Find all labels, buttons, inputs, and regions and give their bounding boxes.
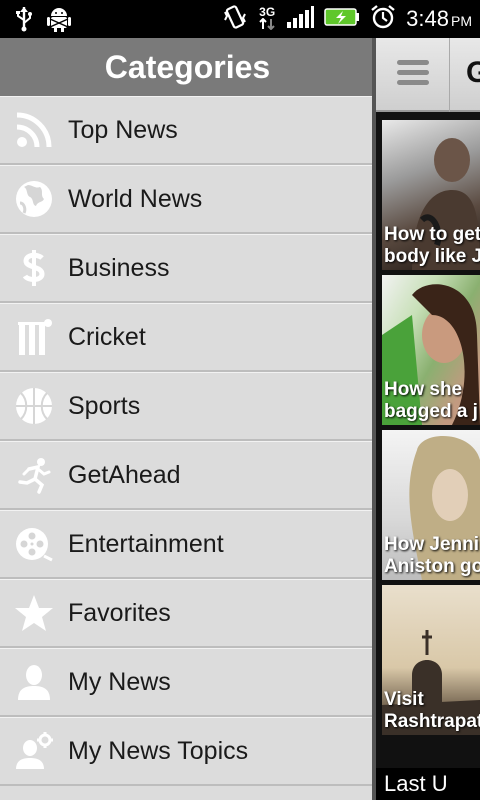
drawer-item-entertainment[interactable]: Entertainment	[0, 510, 375, 579]
drawer-item-top-news[interactable]: Top News	[0, 96, 375, 165]
film-reel-icon	[0, 510, 68, 579]
alarm-icon	[370, 4, 396, 34]
drawer-item-label: Favorites	[68, 598, 171, 627]
drawer-item-business[interactable]: Business	[0, 234, 375, 303]
drawer-title: Categories	[104, 48, 271, 85]
battery-charging-icon	[324, 7, 360, 31]
main-content: G How to get body like J How she bagged …	[376, 38, 480, 800]
clock-time: 3:48	[406, 6, 449, 31]
drawer-item-world-news[interactable]: World News	[0, 165, 375, 234]
person-gear-icon	[0, 717, 68, 786]
drawer-item-label: Business	[68, 253, 170, 282]
android-debug-icon	[46, 5, 72, 37]
last-updated-footer: Last U	[376, 768, 480, 800]
news-card-caption: How to get body like J	[384, 224, 480, 267]
person-icon	[0, 648, 68, 717]
action-bar-title: G	[466, 56, 480, 89]
usb-icon	[14, 6, 34, 36]
clock-ampm: PM	[451, 13, 472, 29]
news-card[interactable]: Visit Rashtrapat	[382, 585, 480, 735]
3g-icon: 3G	[258, 4, 276, 32]
drawer-item-label: Sports	[68, 391, 141, 420]
drawer-header: Categories	[0, 38, 375, 96]
drawer-item-label: Cricket	[68, 322, 146, 351]
network-type-label: 3G	[259, 4, 276, 19]
signal-icon	[286, 6, 315, 32]
rss-icon	[0, 96, 68, 165]
news-card-caption: How she bagged a j	[384, 379, 478, 422]
action-bar: G	[376, 38, 480, 112]
vibrate-icon	[222, 4, 248, 34]
news-card-caption: How Jenni Aniston go	[384, 534, 480, 577]
drawer-item-my-news[interactable]: My News	[0, 648, 375, 717]
hamburger-icon	[396, 58, 430, 92]
navigation-drawer: Categories Top News World News Business …	[0, 38, 375, 800]
drawer-item-label: My News	[68, 667, 171, 696]
star-icon	[0, 579, 68, 648]
drawer-item-label: Top News	[68, 115, 178, 144]
news-card-caption: Visit Rashtrapat	[384, 689, 480, 732]
clock: 3:48 PM	[406, 6, 472, 32]
menu-toggle-button[interactable]	[376, 38, 450, 112]
drawer-item-label: Entertainment	[68, 529, 224, 558]
drawer-item-cricket[interactable]: Cricket	[0, 303, 375, 372]
status-bar: 3G 3:48 PM	[0, 0, 480, 38]
runner-icon	[0, 441, 68, 510]
dollar-icon	[0, 234, 68, 303]
drawer-item-label: My News Topics	[68, 736, 249, 765]
drawer-item-sports[interactable]: Sports	[0, 372, 375, 441]
drawer-item-label: World News	[68, 184, 203, 213]
drawer-item-favorites[interactable]: Favorites	[0, 579, 375, 648]
news-card[interactable]: How Jenni Aniston go	[382, 430, 480, 580]
news-feed: How to get body like J How she bagged a …	[382, 120, 480, 740]
drawer-item-getahead[interactable]: GetAhead	[0, 441, 375, 510]
basketball-icon	[0, 372, 68, 441]
drawer-item-label: GetAhead	[68, 460, 181, 489]
globe-icon	[0, 165, 68, 234]
news-card[interactable]: How she bagged a j	[382, 275, 480, 425]
news-card[interactable]: How to get body like J	[382, 120, 480, 270]
drawer-item-my-news-topics[interactable]: My News Topics	[0, 717, 375, 786]
cricket-stumps-icon	[0, 303, 68, 372]
